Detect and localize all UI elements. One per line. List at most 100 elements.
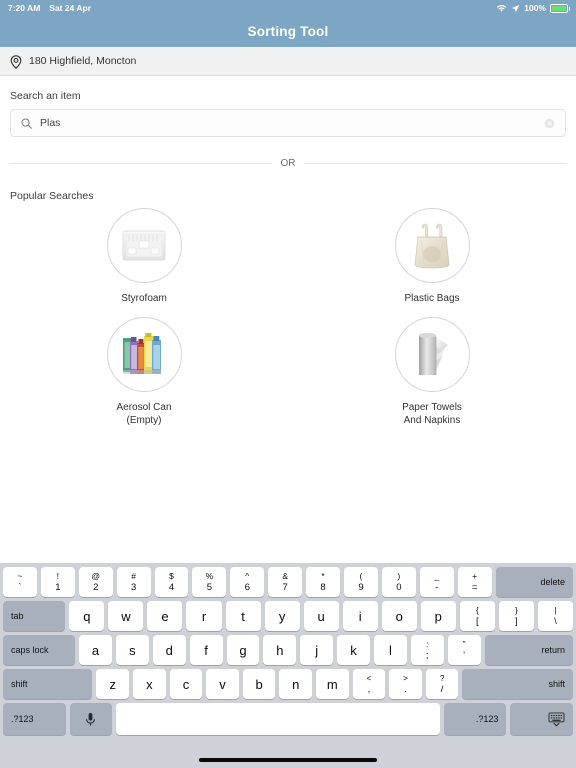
keyboard-row-home: caps lock a s d f g h j k l : ; ” ’ retu… bbox=[3, 635, 574, 665]
key-top-label: : bbox=[426, 639, 429, 649]
key-backtick[interactable]: ~ ` bbox=[3, 567, 37, 597]
key-5[interactable]: % 5 bbox=[192, 567, 227, 597]
key-slash[interactable]: ? / bbox=[425, 669, 459, 699]
paper-towels-thumbnail[interactable] bbox=[394, 317, 470, 392]
key-top-label: % bbox=[205, 571, 214, 581]
key-top-label: ” bbox=[462, 639, 466, 649]
on-screen-keyboard[interactable]: ~ ` ! 1 @ 2 # 3 $ 4 % 5 ^ 6 & 7 * 8 (9 … bbox=[0, 563, 576, 768]
microphone-icon[interactable] bbox=[69, 703, 113, 735]
key-z[interactable]: z bbox=[96, 669, 130, 699]
key-p[interactable]: p bbox=[420, 601, 456, 631]
key-numbers-right[interactable]: .?123 bbox=[443, 703, 507, 735]
key-bottom-label: . bbox=[404, 684, 407, 695]
key-space[interactable] bbox=[116, 703, 440, 735]
key-bottom-label: 5 bbox=[206, 582, 213, 593]
key-period[interactable]: > . bbox=[389, 669, 422, 699]
key-semicolon[interactable]: : ; bbox=[410, 635, 444, 665]
search-field-container[interactable]: Plas bbox=[10, 109, 566, 137]
key-bottom-label: 0 bbox=[396, 582, 402, 593]
key-8[interactable]: * 8 bbox=[306, 567, 341, 597]
popular-item-paper-towels[interactable]: Paper Towels And Napkins bbox=[288, 317, 576, 427]
key-bracket-right[interactable]: } ] bbox=[498, 601, 534, 631]
divider-label: OR bbox=[280, 158, 296, 169]
key-comma[interactable]: < , bbox=[352, 669, 386, 699]
key-2[interactable]: @ 2 bbox=[78, 567, 113, 597]
keyboard-row-numbers: ~ ` ! 1 @ 2 # 3 $ 4 % 5 ^ 6 & 7 * 8 (9 … bbox=[3, 567, 574, 597]
key-0[interactable]: ) 0 bbox=[381, 567, 416, 597]
clear-circle-icon[interactable] bbox=[544, 118, 555, 129]
key-a[interactable]: a bbox=[79, 635, 112, 665]
key-shift-left[interactable]: shift bbox=[3, 669, 93, 699]
key-3[interactable]: # 3 bbox=[116, 567, 151, 597]
popular-item-plastic-bags[interactable]: Plastic Bags bbox=[288, 208, 576, 305]
key-j[interactable]: j bbox=[300, 635, 334, 665]
styrofoam-thumbnail[interactable] bbox=[106, 208, 182, 283]
key-bottom-label: ] bbox=[515, 616, 518, 627]
key-4[interactable]: $ 4 bbox=[154, 567, 189, 597]
key-g[interactable]: g bbox=[226, 635, 260, 665]
key-top-label: * bbox=[321, 571, 325, 581]
key-o[interactable]: o bbox=[381, 601, 417, 631]
key-u[interactable]: u bbox=[303, 601, 339, 631]
popular-searches-title: Popular Searches bbox=[10, 190, 94, 202]
search-icon bbox=[21, 118, 32, 129]
key-f[interactable]: f bbox=[189, 635, 223, 665]
key-bottom-label: [ bbox=[476, 616, 479, 627]
popular-item-label: Aerosol Can (Empty) bbox=[116, 401, 171, 427]
key-top-label: ^ bbox=[245, 571, 250, 581]
keyboard-row-space: .?123 .?123 bbox=[3, 703, 574, 735]
key-1[interactable]: ! 1 bbox=[40, 567, 75, 597]
home-indicator[interactable] bbox=[199, 758, 377, 762]
key-i[interactable]: i bbox=[342, 601, 378, 631]
hide-keyboard-icon[interactable] bbox=[510, 703, 574, 735]
key-7[interactable]: & 7 bbox=[268, 567, 303, 597]
key-top-label: + bbox=[472, 571, 478, 581]
styrofoam-tray-icon bbox=[122, 230, 166, 260]
key-equals[interactable]: + = bbox=[457, 567, 492, 597]
address-bar[interactable]: 180 Highfield, Moncton bbox=[0, 47, 576, 76]
plastic-bags-thumbnail[interactable] bbox=[394, 208, 470, 283]
search-section: Search an item Plas bbox=[0, 76, 576, 137]
key-n[interactable]: n bbox=[279, 669, 313, 699]
key-6[interactable]: ^ 6 bbox=[230, 567, 265, 597]
search-input[interactable]: Plas bbox=[40, 117, 60, 129]
key-9[interactable]: ( 9 bbox=[344, 567, 378, 597]
key-bottom-label: , bbox=[367, 684, 371, 695]
key-m[interactable]: m bbox=[316, 669, 349, 699]
location-arrow-icon bbox=[511, 4, 520, 13]
key-t[interactable]: t bbox=[225, 601, 261, 631]
key-caps-lock[interactable]: caps lock bbox=[3, 635, 76, 665]
key-l[interactable]: l bbox=[373, 635, 407, 665]
key-x[interactable]: x bbox=[133, 669, 166, 699]
key-bottom-label: 7 bbox=[282, 582, 288, 593]
key-bracket-left[interactable]: { [ bbox=[459, 601, 495, 631]
key-k[interactable]: k bbox=[337, 635, 370, 665]
key-bottom-label: ; bbox=[425, 650, 429, 661]
aerosol-can-thumbnail[interactable] bbox=[106, 317, 182, 392]
key-h[interactable]: h bbox=[263, 635, 297, 665]
key-bottom-label: 2 bbox=[93, 582, 99, 593]
key-v[interactable]: v bbox=[206, 669, 239, 699]
key-delete[interactable]: delete bbox=[495, 567, 574, 597]
key-c[interactable]: c bbox=[169, 669, 203, 699]
key-backslash[interactable]: | \ bbox=[537, 601, 573, 631]
key-top-label: } bbox=[514, 605, 518, 615]
key-e[interactable]: e bbox=[147, 601, 183, 631]
key-s[interactable]: s bbox=[115, 635, 149, 665]
popular-item-styrofoam[interactable]: Styrofoam bbox=[0, 208, 288, 305]
key-r[interactable]: r bbox=[186, 601, 222, 631]
key-return[interactable]: return bbox=[484, 635, 574, 665]
key-d[interactable]: d bbox=[152, 635, 186, 665]
key-minus[interactable]: _ - bbox=[419, 567, 454, 597]
key-numbers-left[interactable]: .?123 bbox=[3, 703, 66, 735]
keyboard-row-qwerty: tab q w e r t y u i o p { [ } ] | \ bbox=[3, 601, 573, 631]
key-tab[interactable]: tab bbox=[3, 601, 66, 631]
key-w[interactable]: w bbox=[108, 601, 144, 631]
key-top-label: ? bbox=[439, 673, 445, 683]
key-quote[interactable]: ” ’ bbox=[447, 635, 481, 665]
key-b[interactable]: b bbox=[242, 669, 276, 699]
key-y[interactable]: y bbox=[264, 601, 300, 631]
key-q[interactable]: q bbox=[69, 601, 105, 631]
key-shift-right[interactable]: shift bbox=[462, 669, 574, 699]
popular-item-aerosol-can[interactable]: Aerosol Can (Empty) bbox=[0, 317, 288, 427]
